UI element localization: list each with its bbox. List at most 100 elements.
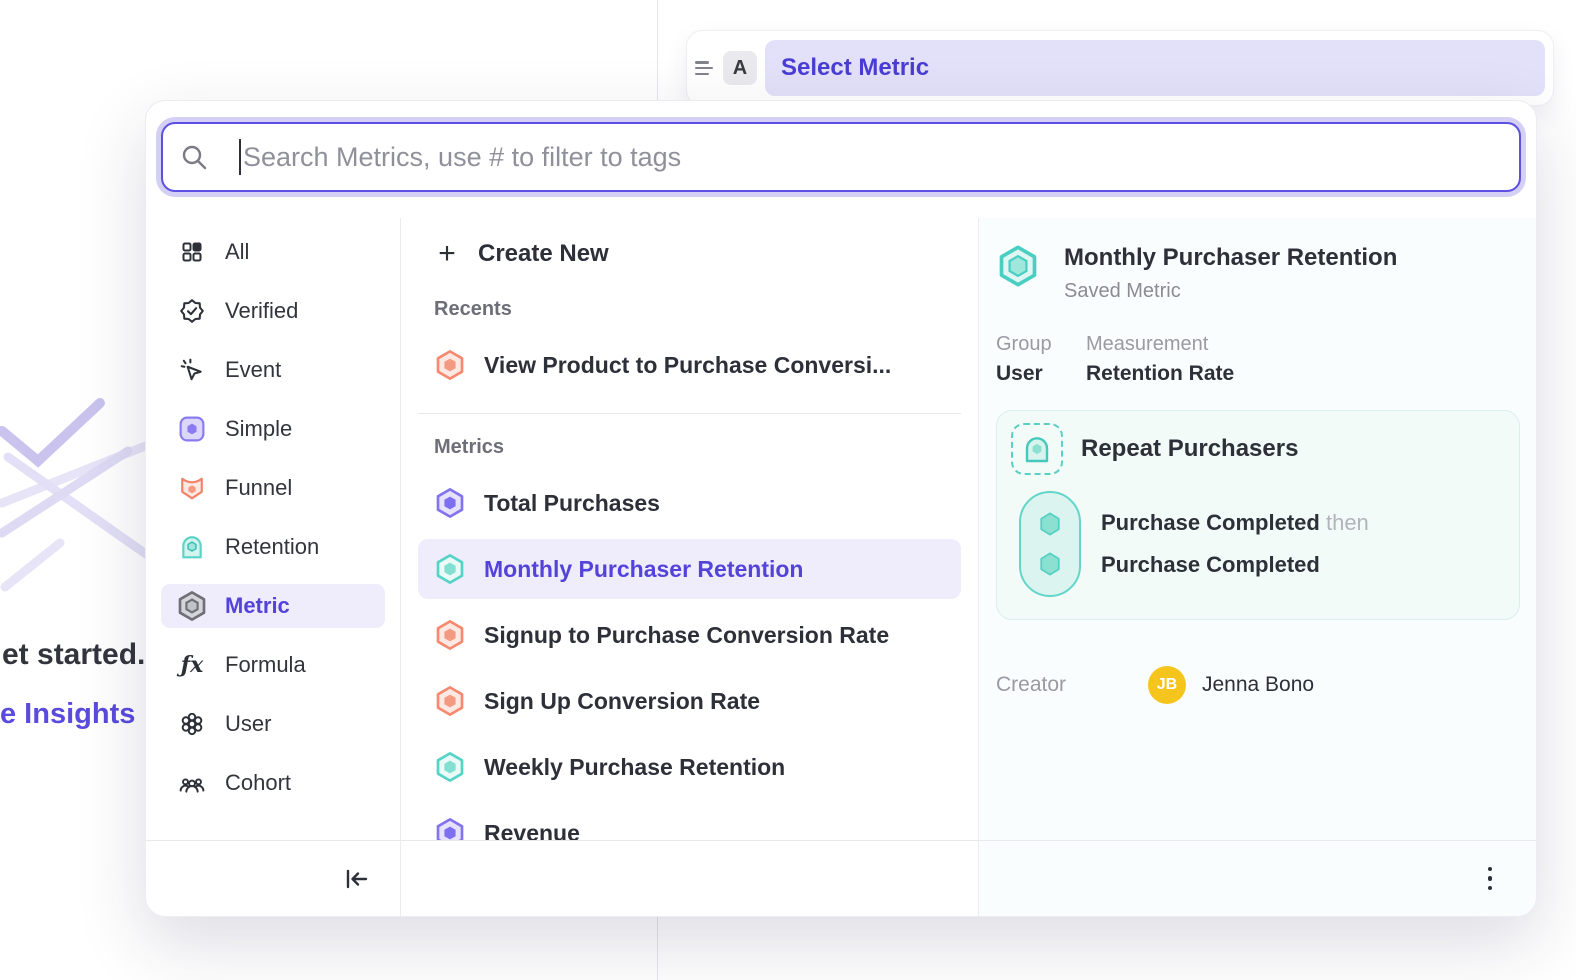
metric-detail-body: Monthly Purchaser Retention Saved Metric… [979,218,1536,840]
metric-item-label: Signup to Purchase Conversion Rate [484,622,889,649]
search-input[interactable] [241,142,1501,173]
select-metric-label: Select Metric [781,54,929,82]
sidebar-item-label: Retention [225,534,319,560]
metric-hexagon-icon [434,487,466,519]
clause-a-badge: A [723,51,757,85]
metric-item-signup-to-purchase-conversion-rate[interactable]: Signup to Purchase Conversion Rate [418,605,961,665]
sidebar-item-event[interactable]: Event [161,348,385,392]
metric-selector-screen: et started. e Insights Re A Select Metri… [0,0,1576,980]
search-box[interactable] [161,122,1521,192]
sidebar-item-all[interactable]: All [161,230,385,274]
metric-item-label: Monthly Purchaser Retention [484,556,803,583]
group-label: Group [996,333,1086,356]
cursor-click-icon [179,357,205,383]
collapse-left-icon [344,867,370,891]
kebab-menu-icon [1488,867,1493,891]
sidebar-item-simple[interactable]: Simple [161,407,385,451]
detail-title: Monthly Purchaser Retention [1064,244,1397,272]
metric-detail-panel: Monthly Purchaser Retention Saved Metric… [979,218,1536,916]
metric-list: + Create New Recents View Product to Pur… [401,218,978,840]
drag-handle-icon[interactable] [695,59,717,77]
group-value: User [996,362,1086,386]
group-meta: Group User [996,333,1086,386]
simple-metric-icon [179,416,205,442]
metric-hexagon-icon [434,751,466,783]
metric-item-sign-up-conversion-rate[interactable]: Sign Up Conversion Rate [418,671,961,731]
definition-steps: Purchase Completed then Purchase Complet… [1019,491,1505,597]
detail-subtitle: Saved Metric [1064,280,1397,303]
user-cluster-icon [179,711,205,737]
sidebar-item-user[interactable]: User [161,702,385,746]
metric-item-total-purchases[interactable]: Total Purchases [418,473,961,533]
create-new-label: Create New [478,240,609,268]
funnel-metric-hexagon-icon [434,349,466,381]
verified-badge-icon [179,298,205,324]
sidebar-item-formula[interactable]: ƒx Formula [161,643,385,687]
collapse-sidebar-button[interactable] [340,863,374,895]
definition-card: Repeat Purchasers Purchase Completed the… [996,410,1520,620]
definition-step-2: Purchase Completed [1101,552,1369,578]
metric-picker-popover: All Verified [145,100,1537,917]
creator-label: Creator [996,673,1148,697]
recent-item[interactable]: View Product to Purchase Conversi... [418,335,961,395]
background-headline-fragment: et started. [2,638,145,672]
sidebar-item-label: Verified [225,298,298,324]
saved-metric-hexagon-icon [996,244,1040,288]
query-builder-metric-row: A Select Metric [686,30,1554,106]
sidebar-item-verified[interactable]: Verified [161,289,385,333]
create-new-button[interactable]: + Create New [418,232,961,276]
formula-fx-icon: ƒx [179,652,205,678]
metric-list-footer [401,840,978,916]
sidebar-item-label: Cohort [225,770,291,796]
creator-name: Jenna Bono [1202,673,1314,697]
metric-item-weekly-purchase-retention[interactable]: Weekly Purchase Retention [418,737,961,797]
search-area [146,101,1536,218]
definition-step-1: Purchase Completed then [1101,510,1369,536]
funnel-icon [179,475,205,501]
metrics-heading: Metrics [434,436,961,459]
sidebar-item-label: User [225,711,271,737]
metric-item-label: Sign Up Conversion Rate [484,688,760,715]
cohort-people-icon [179,770,205,796]
sidebar-item-label: Formula [225,652,306,678]
measurement-value: Retention Rate [1086,362,1234,386]
sidebar-item-label: All [225,239,249,265]
sidebar-item-label: Simple [225,416,292,442]
metric-hexagon-icon [434,553,466,585]
detail-footer [979,840,1536,916]
more-options-button[interactable] [1484,863,1497,895]
metric-item-label: Weekly Purchase Retention [484,754,785,781]
detail-header: Monthly Purchaser Retention Saved Metric [996,244,1520,303]
retention-icon [179,534,205,560]
metric-item-monthly-purchaser-retention[interactable]: Monthly Purchaser Retention [418,539,961,599]
metric-hexagon-icon [179,593,205,619]
search-icon [181,144,207,170]
sidebar-item-label: Event [225,357,281,383]
creator-avatar: JB [1148,666,1186,704]
sidebar-item-label: Metric [225,593,290,619]
definition-name: Repeat Purchasers [1081,435,1298,463]
sidebar-item-retention[interactable]: Retention [161,525,385,569]
metric-hexagon-icon [434,817,466,840]
definition-header: Repeat Purchasers [1011,423,1505,475]
recents-heading: Recents [434,298,961,321]
sidebar-item-funnel[interactable]: Funnel [161,466,385,510]
detail-meta: Group User Measurement Retention Rate [996,333,1520,386]
sidebar-item-label: Funnel [225,475,292,501]
retention-definition-icon [1011,423,1063,475]
metric-item-label: Revenue [484,820,580,841]
metric-hexagon-icon [434,685,466,717]
plus-icon: + [434,239,460,269]
select-metric-button[interactable]: Select Metric [765,40,1545,96]
picker-body: All Verified [146,218,1536,916]
sidebar-item-metric[interactable]: Metric [161,584,385,628]
metric-item-revenue[interactable]: Revenue [418,803,961,840]
sidebar-item-cohort[interactable]: Cohort [161,761,385,805]
metric-list-column: + Create New Recents View Product to Pur… [401,218,979,916]
creator-row: Creator JB Jenna Bono [996,666,1520,704]
filter-list: All Verified [146,218,400,840]
sequence-steps-icon [1019,491,1081,597]
section-divider [418,413,961,414]
recent-item-label: View Product to Purchase Conversi... [484,352,891,379]
filter-sidebar: All Verified [146,218,401,916]
